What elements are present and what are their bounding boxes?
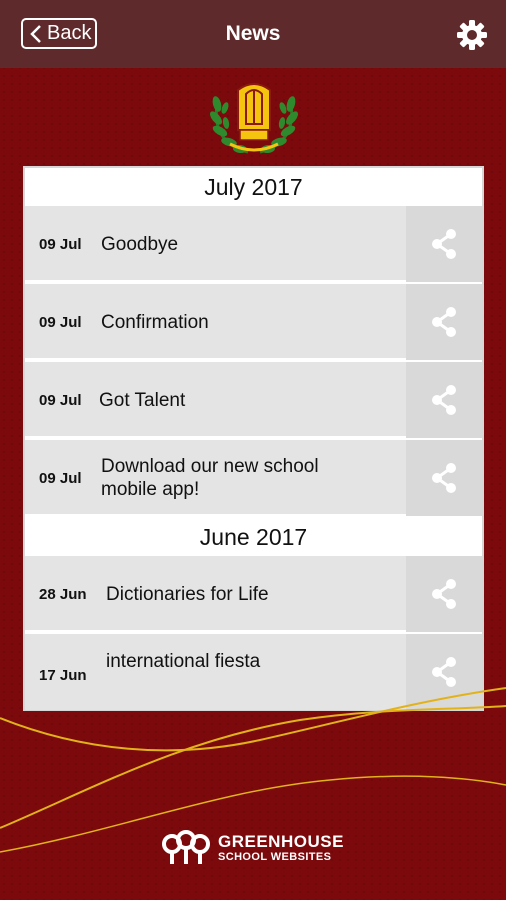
news-title: Goodbye bbox=[101, 233, 179, 255]
news-item[interactable]: 09 Jul Goodbye bbox=[25, 206, 482, 282]
share-button[interactable] bbox=[406, 556, 482, 632]
share-icon bbox=[432, 579, 456, 609]
school-crest-icon bbox=[210, 83, 298, 154]
share-icon bbox=[432, 229, 456, 259]
brand-subtitle: SCHOOL WEBSITES bbox=[218, 851, 332, 863]
brand-name: GREENHOUSE bbox=[218, 832, 344, 851]
news-item[interactable]: 09 Jul Confirmation bbox=[25, 284, 482, 360]
news-date: 09 Jul bbox=[39, 235, 82, 253]
news-title: Got Talent bbox=[99, 389, 186, 411]
news-title: Confirmation bbox=[101, 311, 209, 333]
share-button[interactable] bbox=[406, 206, 482, 282]
page-title: News bbox=[225, 22, 281, 45]
news-title: Dictionaries for Life bbox=[106, 583, 269, 605]
section-header-month: June 2017 bbox=[199, 524, 308, 550]
gear-icon[interactable] bbox=[455, 18, 489, 52]
news-date: 28 Jun bbox=[39, 585, 87, 603]
share-icon bbox=[432, 307, 456, 337]
share-button[interactable] bbox=[406, 284, 482, 360]
section-header-month: July 2017 bbox=[204, 174, 303, 200]
footer-brand: GREENHOUSE SCHOOL WEBSITES bbox=[160, 826, 350, 870]
news-item[interactable]: 09 Jul Got Talent bbox=[25, 362, 482, 438]
news-item[interactable]: 28 Jun Dictionaries for Life bbox=[25, 556, 482, 632]
share-button[interactable] bbox=[406, 362, 482, 438]
share-button[interactable] bbox=[406, 440, 482, 516]
app-header: Back News bbox=[0, 0, 506, 68]
news-list: July 2017 09 Jul Goodbye 09 Jul Confirma… bbox=[23, 166, 484, 711]
news-date: 09 Jul bbox=[39, 469, 82, 487]
news-date: 09 Jul bbox=[39, 313, 82, 331]
greenhouse-logo-icon bbox=[162, 830, 210, 864]
share-icon bbox=[432, 385, 456, 415]
share-icon bbox=[432, 463, 456, 493]
news-title: Download our new school mobile app! bbox=[101, 456, 319, 500]
news-item[interactable]: 09 Jul Download our new school mobile ap… bbox=[25, 440, 482, 516]
